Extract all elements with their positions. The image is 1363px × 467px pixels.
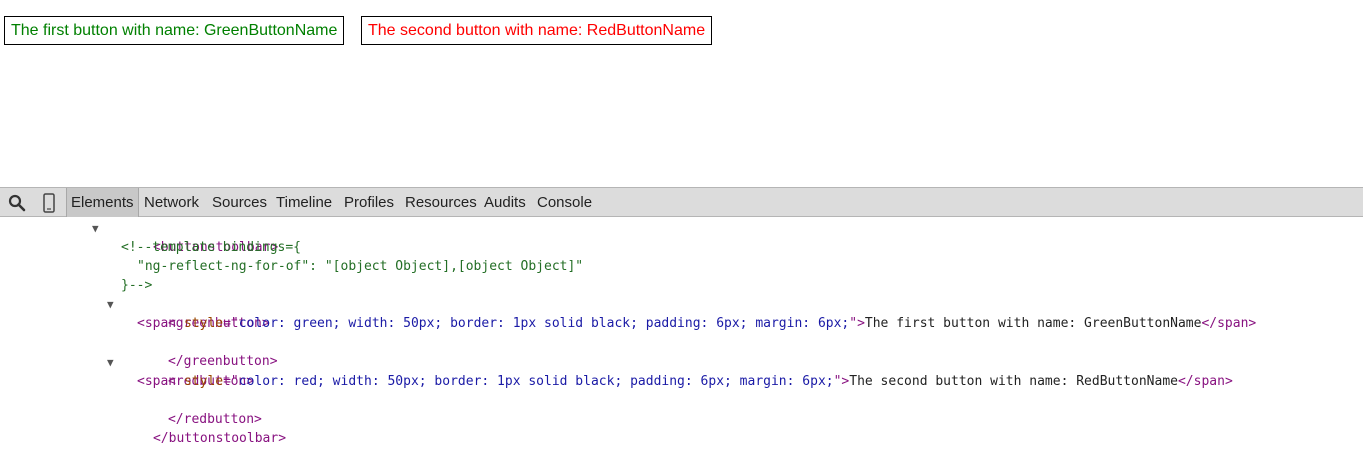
green-button[interactable]: The first button with name: GreenButtonN… [4, 16, 345, 45]
devtools-toolbar: Elements Network Sources Timeline Profil… [0, 187, 1363, 217]
tab-elements[interactable]: Elements [66, 188, 139, 217]
dom-comment-line[interactable]: <!--template bindings={ [121, 238, 301, 257]
attr-style-value: color: green; width: 50px; border: 1px s… [238, 316, 850, 331]
tab-profiles[interactable]: Profiles [344, 188, 394, 217]
tag-span-open: <span [137, 374, 184, 389]
attr-close-quote: "> [833, 374, 850, 389]
expand-arrow-icon[interactable]: ▼ [107, 353, 114, 372]
attr-style-name: style [183, 316, 224, 331]
span-text: The first button with name: GreenButtonN… [864, 316, 1202, 331]
dom-node-greenbutton[interactable]: <greenbutton> [121, 295, 270, 331]
dom-node-green-span[interactable]: <span style="color: green; width: 50px; … [137, 314, 1256, 333]
tag-buttonstoolbar-close: </buttonstoolbar> [152, 431, 287, 446]
elements-tree: ▼ <buttonstoolbar> <!--template bindings… [0, 219, 1363, 446]
dom-comment-line[interactable]: }--> [121, 276, 152, 295]
device-mode-icon[interactable] [34, 188, 64, 217]
expand-arrow-icon[interactable]: ▼ [92, 219, 99, 238]
dom-node-redbutton-close[interactable]: </redbutton> [121, 391, 262, 427]
dom-node-buttonstoolbar-close[interactable]: </buttonstoolbar> [106, 410, 286, 446]
page-viewport: The first button with name: GreenButtonN… [0, 0, 1363, 187]
expand-arrow-icon[interactable]: ▼ [107, 295, 114, 314]
dom-comment-line[interactable]: "ng-reflect-ng-for-of": "[object Object]… [137, 257, 583, 276]
span-text: The second button with name: RedButtonNa… [849, 374, 1178, 389]
tag-span-close: </span> [1201, 316, 1257, 331]
tab-sources[interactable]: Sources [212, 188, 267, 217]
red-button[interactable]: The second button with name: RedButtonNa… [361, 16, 713, 45]
attr-close-quote: "> [849, 316, 865, 331]
dom-node-redbutton[interactable]: <redbutton> [121, 353, 254, 389]
tag-span-open: <span [137, 316, 184, 331]
tab-timeline[interactable]: Timeline [276, 188, 332, 217]
tab-console[interactable]: Console [537, 188, 592, 217]
attr-style-value: color: red; width: 50px; border: 1px sol… [238, 374, 834, 389]
devtools-panel: Elements Network Sources Timeline Profil… [0, 187, 1363, 446]
dom-node-buttonstoolbar[interactable]: <buttonstoolbar> [106, 219, 278, 255]
attr-style-name: style [183, 374, 224, 389]
tag-span-close: </span> [1177, 374, 1233, 389]
dom-node-red-span[interactable]: <span style="color: red; width: 50px; bo… [137, 372, 1233, 391]
attr-equals: =" [223, 374, 239, 389]
search-icon[interactable] [2, 188, 32, 217]
tab-network[interactable]: Network [144, 188, 199, 217]
tab-audits[interactable]: Audits [484, 188, 526, 217]
attr-equals: =" [223, 316, 239, 331]
tab-resources[interactable]: Resources [405, 188, 477, 217]
dom-node-greenbutton-close[interactable]: </greenbutton> [121, 333, 278, 369]
